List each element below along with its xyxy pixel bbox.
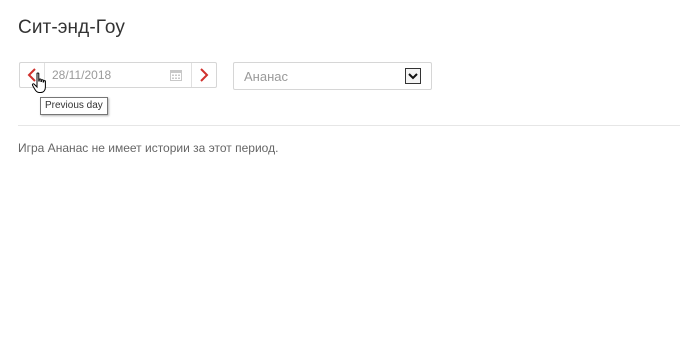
calendar-icon[interactable]	[170, 69, 182, 81]
dropdown-arrow-icon[interactable]	[405, 68, 421, 84]
game-select[interactable]: Ананас	[233, 62, 432, 90]
empty-history-message: Игра Ананас не имеет истории за этот пер…	[18, 141, 279, 155]
hand-cursor-icon	[31, 72, 46, 93]
tooltip: Previous day	[40, 97, 108, 115]
next-day-button[interactable]	[191, 63, 216, 87]
chevron-right-icon	[200, 68, 209, 82]
game-select-value: Ананас	[244, 69, 288, 84]
page-title: Сит-энд-Гоу	[18, 17, 125, 38]
divider	[18, 125, 680, 126]
